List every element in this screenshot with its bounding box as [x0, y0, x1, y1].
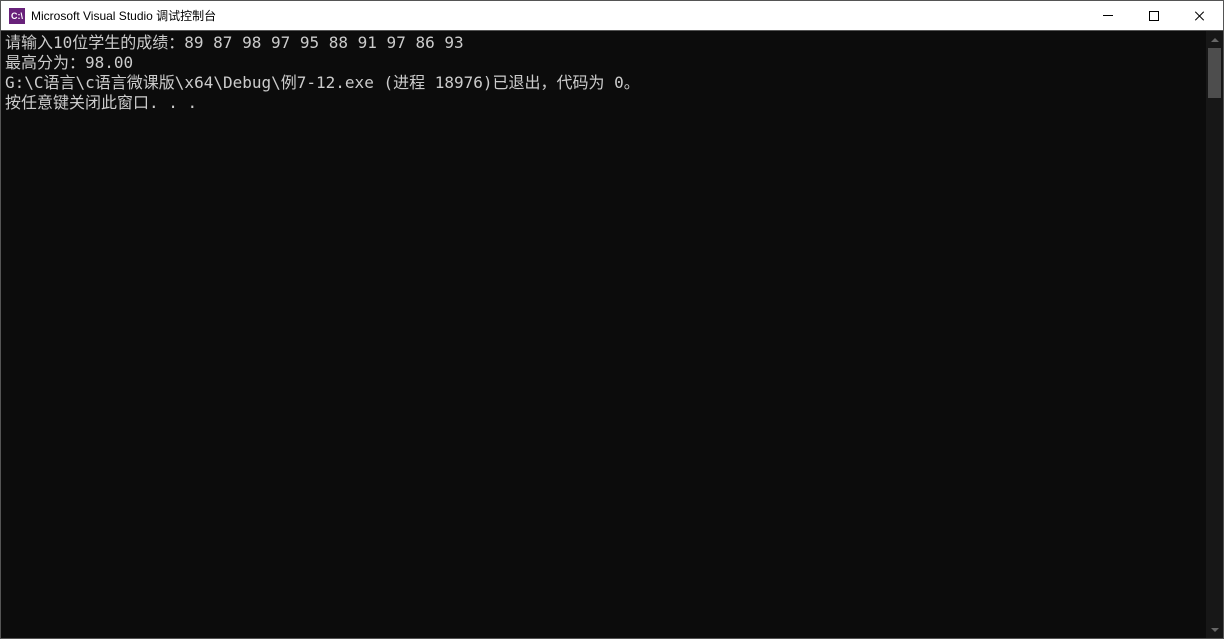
maximize-button[interactable]	[1131, 1, 1177, 30]
console-window: C:\ Microsoft Visual Studio 调试控制台 请输入10位…	[0, 0, 1224, 639]
vertical-scrollbar[interactable]	[1206, 31, 1223, 638]
scroll-up-button[interactable]	[1206, 31, 1223, 48]
console-line: 请输入10位学生的成绩：89 87 98 97 95 88 91 97 86 9…	[5, 33, 1202, 53]
maximize-icon	[1149, 11, 1159, 21]
minimize-button[interactable]	[1085, 1, 1131, 30]
console-line: 最高分为：98.00	[5, 53, 1202, 73]
console-area: 请输入10位学生的成绩：89 87 98 97 95 88 91 97 86 9…	[1, 31, 1223, 638]
console-line: G:\C语言\c语言微课版\x64\Debug\例7-12.exe (进程 18…	[5, 73, 1202, 93]
scrollbar-track[interactable]	[1206, 48, 1223, 621]
close-button[interactable]	[1177, 1, 1223, 30]
chevron-up-icon	[1211, 38, 1219, 42]
scrollbar-thumb[interactable]	[1208, 48, 1221, 98]
titlebar-buttons	[1085, 1, 1223, 30]
titlebar[interactable]: C:\ Microsoft Visual Studio 调试控制台	[1, 1, 1223, 31]
scroll-down-button[interactable]	[1206, 621, 1223, 638]
close-icon	[1194, 10, 1206, 22]
window-title: Microsoft Visual Studio 调试控制台	[31, 7, 1085, 24]
chevron-down-icon	[1211, 628, 1219, 632]
console-output[interactable]: 请输入10位学生的成绩：89 87 98 97 95 88 91 97 86 9…	[1, 31, 1206, 638]
app-icon: C:\	[9, 8, 25, 24]
console-line: 按任意键关闭此窗口. . .	[5, 93, 1202, 113]
minimize-icon	[1103, 15, 1113, 16]
